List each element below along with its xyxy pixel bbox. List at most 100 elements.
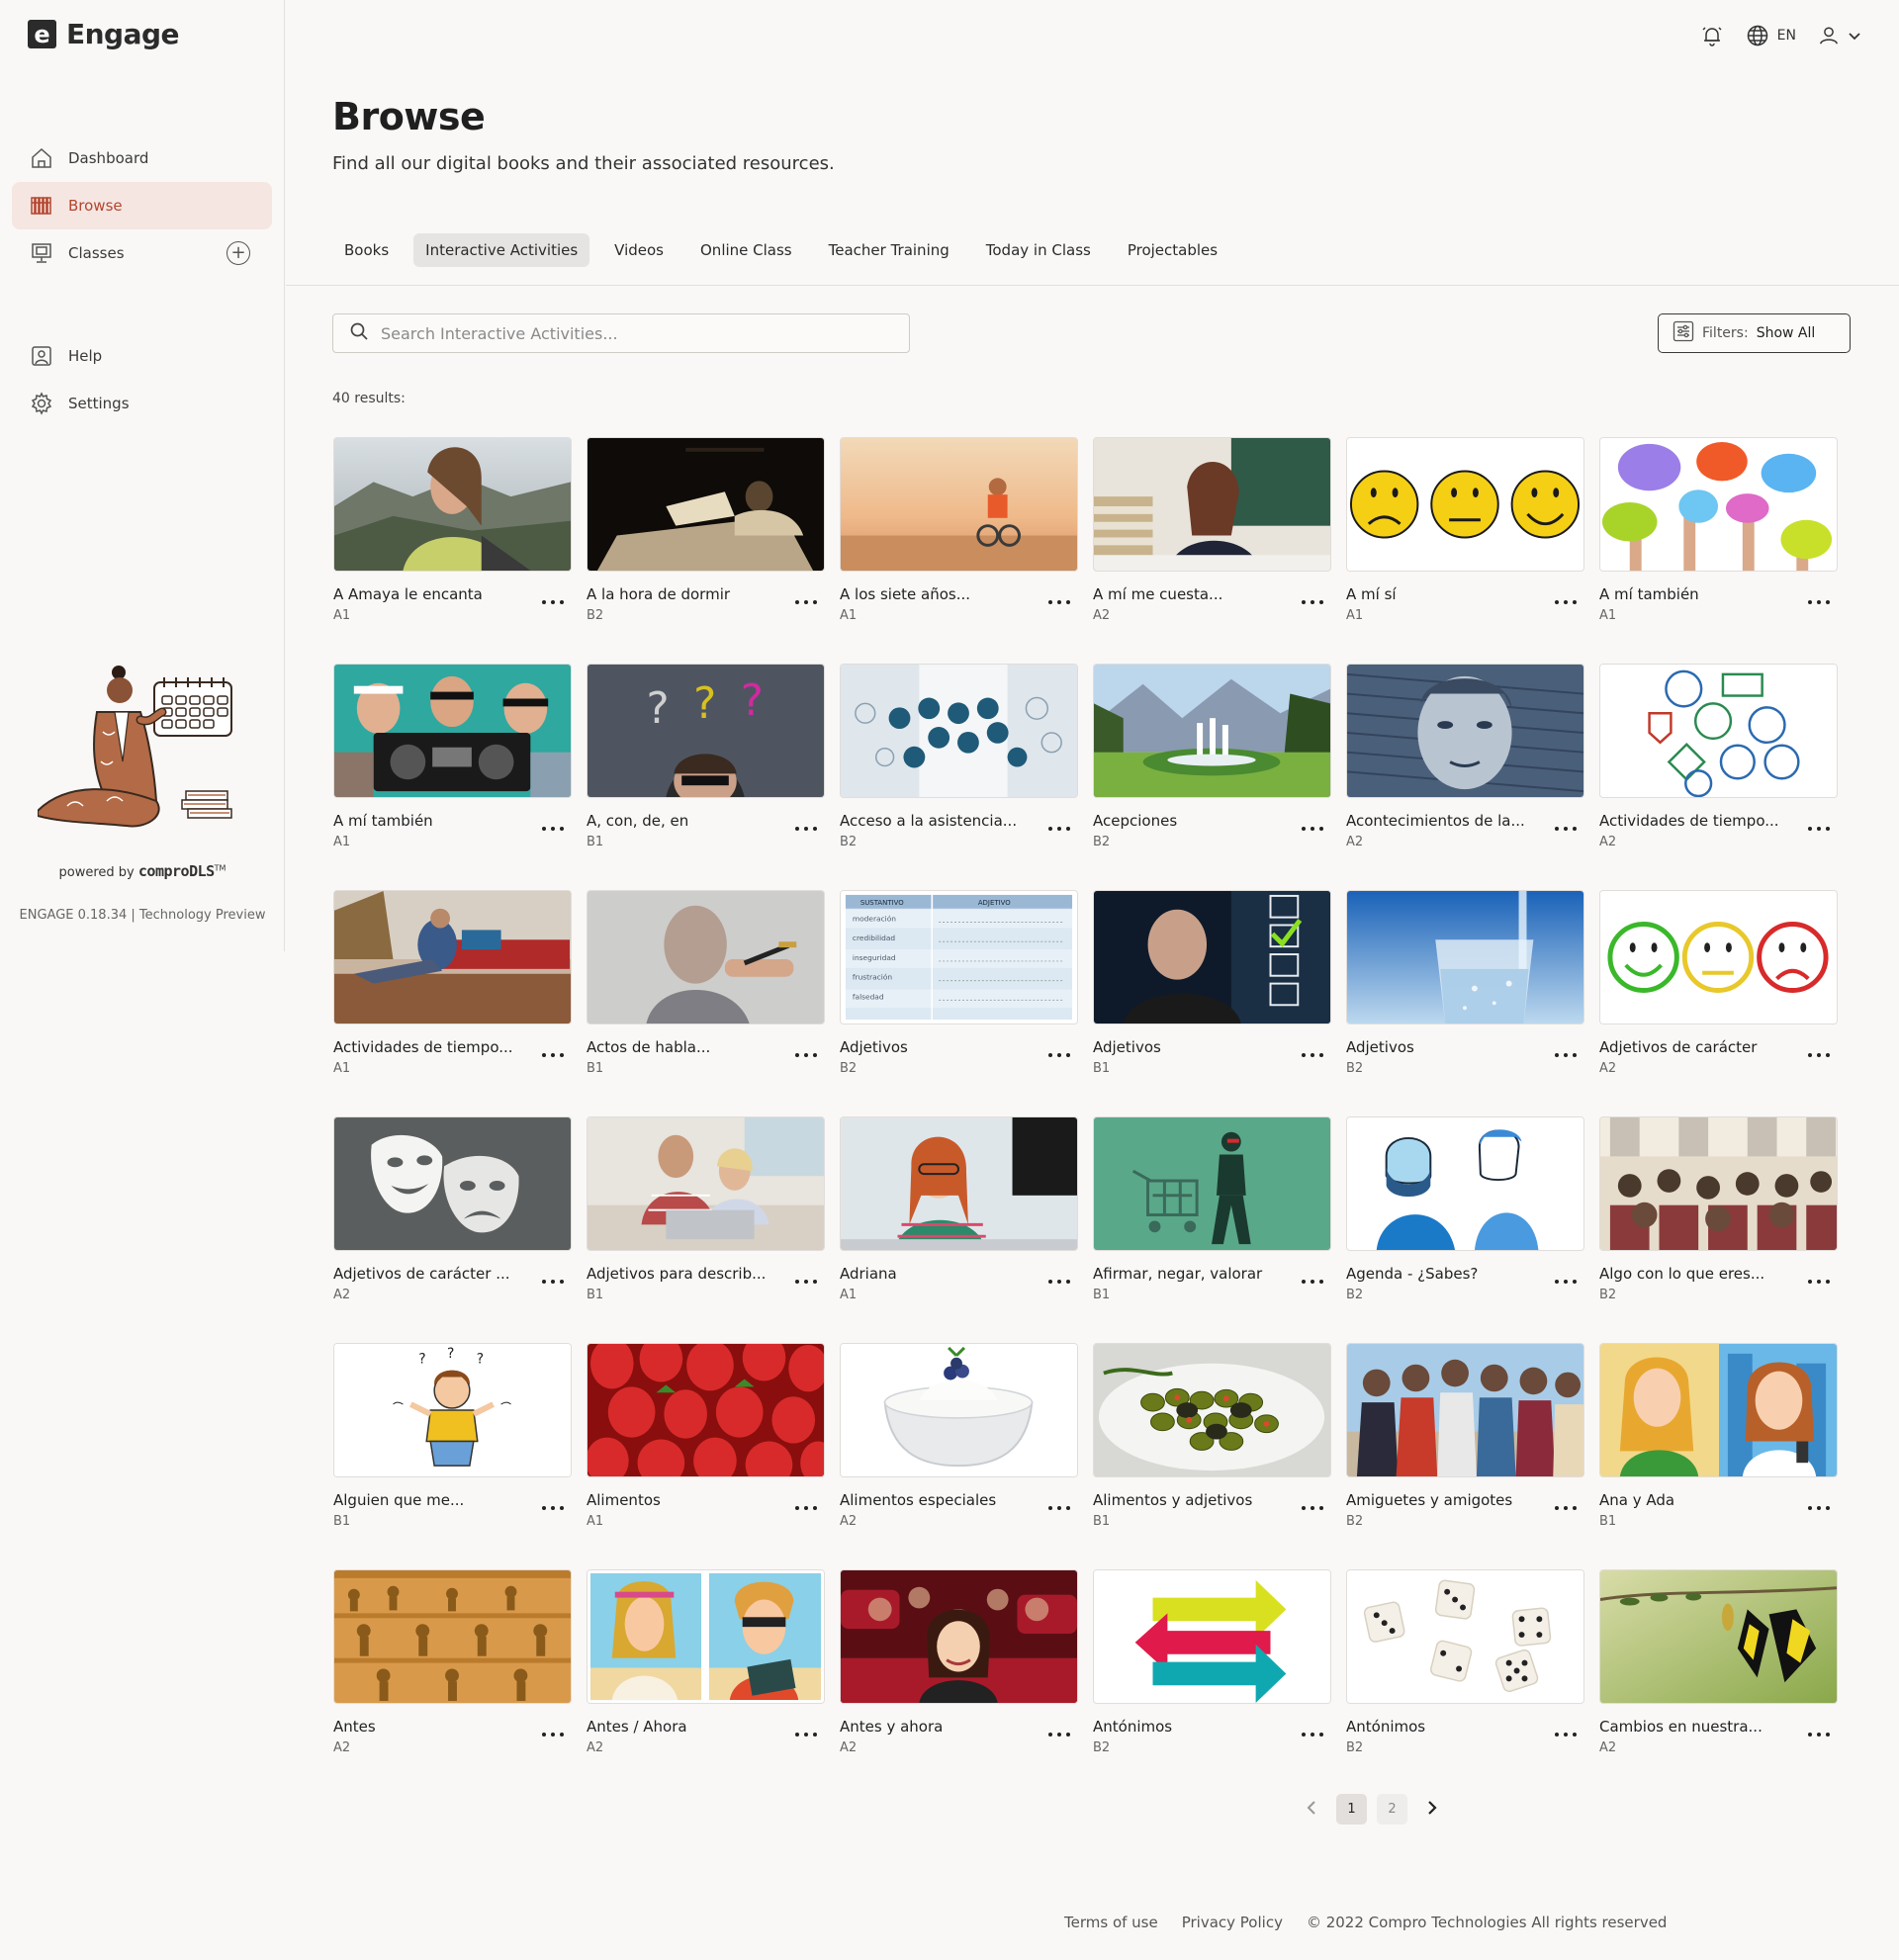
- sidebar-item-browse[interactable]: Browse: [12, 182, 272, 229]
- activity-title[interactable]: Adriana: [840, 1265, 1038, 1283]
- activity-thumbnail[interactable]: ???: [587, 664, 825, 798]
- more-options-button[interactable]: [1555, 1501, 1577, 1515]
- more-options-button[interactable]: [1048, 1501, 1070, 1515]
- activity-title[interactable]: Agenda - ¿Sabes?: [1346, 1265, 1544, 1283]
- more-options-button[interactable]: [542, 1048, 564, 1062]
- more-options-button[interactable]: [1302, 1048, 1323, 1062]
- more-options-button[interactable]: [1302, 1501, 1323, 1515]
- activity-thumbnail[interactable]: [1346, 1569, 1584, 1704]
- activity-thumbnail[interactable]: [1599, 1116, 1838, 1251]
- activity-title[interactable]: Adjetivos de carácter ...: [333, 1265, 531, 1283]
- more-options-button[interactable]: [1555, 595, 1577, 609]
- activity-thumbnail[interactable]: [587, 437, 825, 572]
- app-logo[interactable]: e Engage: [28, 18, 180, 50]
- more-options-button[interactable]: [1302, 1728, 1323, 1741]
- notifications-button[interactable]: [1700, 24, 1724, 47]
- activity-thumbnail[interactable]: SUSTANTIVO ADJETIVO moderación credibili…: [840, 890, 1078, 1025]
- more-options-button[interactable]: [795, 1275, 817, 1289]
- page-1-button[interactable]: 1: [1336, 1794, 1367, 1825]
- activity-thumbnail[interactable]: [333, 664, 572, 798]
- activity-thumbnail[interactable]: [1093, 890, 1331, 1025]
- activity-thumbnail[interactable]: [1599, 437, 1838, 572]
- next-page-button[interactable]: [1417, 1795, 1447, 1825]
- more-options-button[interactable]: [795, 595, 817, 609]
- more-options-button[interactable]: [1302, 822, 1323, 836]
- activity-thumbnail[interactable]: [840, 437, 1078, 572]
- activity-title[interactable]: Acceso a la asistencia...: [840, 812, 1038, 830]
- activity-title[interactable]: Antónimos: [1346, 1718, 1544, 1736]
- user-menu-button[interactable]: [1818, 25, 1861, 46]
- more-options-button[interactable]: [795, 1728, 817, 1741]
- more-options-button[interactable]: [1048, 1048, 1070, 1062]
- tab-teacher-training[interactable]: Teacher Training: [817, 233, 961, 267]
- privacy-link[interactable]: Privacy Policy: [1182, 1914, 1283, 1931]
- more-options-button[interactable]: [542, 1501, 564, 1515]
- more-options-button[interactable]: [795, 1501, 817, 1515]
- activity-title[interactable]: Antes / Ahora: [587, 1718, 784, 1736]
- tab-videos[interactable]: Videos: [602, 233, 676, 267]
- tab-today-in-class[interactable]: Today in Class: [974, 233, 1103, 267]
- activity-thumbnail[interactable]: [587, 1569, 825, 1704]
- more-options-button[interactable]: [1808, 1501, 1830, 1515]
- activity-thumbnail[interactable]: ???: [333, 1343, 572, 1477]
- more-options-button[interactable]: [1048, 1275, 1070, 1289]
- more-options-button[interactable]: [1808, 1048, 1830, 1062]
- activity-thumbnail[interactable]: [840, 664, 1078, 798]
- activity-title[interactable]: A mí también: [1599, 585, 1797, 603]
- activity-title[interactable]: A mí me cuesta...: [1093, 585, 1291, 603]
- more-options-button[interactable]: [1808, 1728, 1830, 1741]
- activity-title[interactable]: A los siete años...: [840, 585, 1038, 603]
- add-class-button[interactable]: +: [226, 241, 250, 265]
- activity-thumbnail[interactable]: [587, 890, 825, 1025]
- activity-title[interactable]: Alimentos y adjetivos: [1093, 1491, 1291, 1509]
- activity-thumbnail[interactable]: [840, 1116, 1078, 1251]
- activity-thumbnail[interactable]: [1599, 1569, 1838, 1704]
- more-options-button[interactable]: [795, 1048, 817, 1062]
- more-options-button[interactable]: [542, 822, 564, 836]
- activity-title[interactable]: Acepciones: [1093, 812, 1291, 830]
- more-options-button[interactable]: [1808, 1275, 1830, 1289]
- activity-thumbnail[interactable]: [587, 1116, 825, 1251]
- tab-online-class[interactable]: Online Class: [688, 233, 804, 267]
- activity-thumbnail[interactable]: [1093, 1116, 1331, 1251]
- activity-title[interactable]: Alimentos especiales: [840, 1491, 1038, 1509]
- activity-thumbnail[interactable]: [1093, 664, 1331, 798]
- activity-thumbnail[interactable]: [840, 1343, 1078, 1477]
- more-options-button[interactable]: [1555, 1728, 1577, 1741]
- activity-thumbnail[interactable]: [1093, 1343, 1331, 1477]
- activity-thumbnail[interactable]: [1346, 890, 1584, 1025]
- activity-thumbnail[interactable]: [1599, 890, 1838, 1025]
- activity-title[interactable]: Adjetivos de carácter: [1599, 1038, 1797, 1056]
- activity-thumbnail[interactable]: [1599, 664, 1838, 798]
- activity-thumbnail[interactable]: [1346, 1116, 1584, 1251]
- activity-title[interactable]: Antes y ahora: [840, 1718, 1038, 1736]
- activity-title[interactable]: Antónimos: [1093, 1718, 1291, 1736]
- activity-title[interactable]: Actividades de tiempo...: [1599, 812, 1797, 830]
- activity-title[interactable]: Adjetivos: [1346, 1038, 1544, 1056]
- previous-page-button[interactable]: [1297, 1795, 1326, 1825]
- more-options-button[interactable]: [1555, 1048, 1577, 1062]
- activity-title[interactable]: Algo con lo que eres...: [1599, 1265, 1797, 1283]
- activity-title[interactable]: Ana y Ada: [1599, 1491, 1797, 1509]
- tab-books[interactable]: Books: [332, 233, 401, 267]
- activity-thumbnail[interactable]: [1346, 1343, 1584, 1477]
- activity-title[interactable]: Amiguetes y amigotes: [1346, 1491, 1544, 1509]
- activity-thumbnail[interactable]: [333, 1569, 572, 1704]
- more-options-button[interactable]: [1302, 1275, 1323, 1289]
- sidebar-item-settings[interactable]: Settings: [12, 380, 272, 427]
- tab-interactive-activities[interactable]: Interactive Activities: [413, 233, 590, 267]
- activity-title[interactable]: Actos de habla...: [587, 1038, 784, 1056]
- activity-title[interactable]: Alguien que me...: [333, 1491, 531, 1509]
- activity-title[interactable]: Adjetivos: [840, 1038, 1038, 1056]
- activity-thumbnail[interactable]: [1093, 437, 1331, 572]
- activity-thumbnail[interactable]: [333, 890, 572, 1025]
- activity-title[interactable]: A mí también: [333, 812, 531, 830]
- activity-thumbnail[interactable]: [587, 1343, 825, 1477]
- sidebar-item-classes[interactable]: Classes +: [12, 229, 272, 277]
- more-options-button[interactable]: [1808, 595, 1830, 609]
- search-input[interactable]: [381, 323, 895, 343]
- more-options-button[interactable]: [1302, 595, 1323, 609]
- activity-title[interactable]: Adjetivos: [1093, 1038, 1291, 1056]
- activity-title[interactable]: Acontecimientos de la...: [1346, 812, 1544, 830]
- activity-title[interactable]: A Amaya le encanta: [333, 585, 531, 603]
